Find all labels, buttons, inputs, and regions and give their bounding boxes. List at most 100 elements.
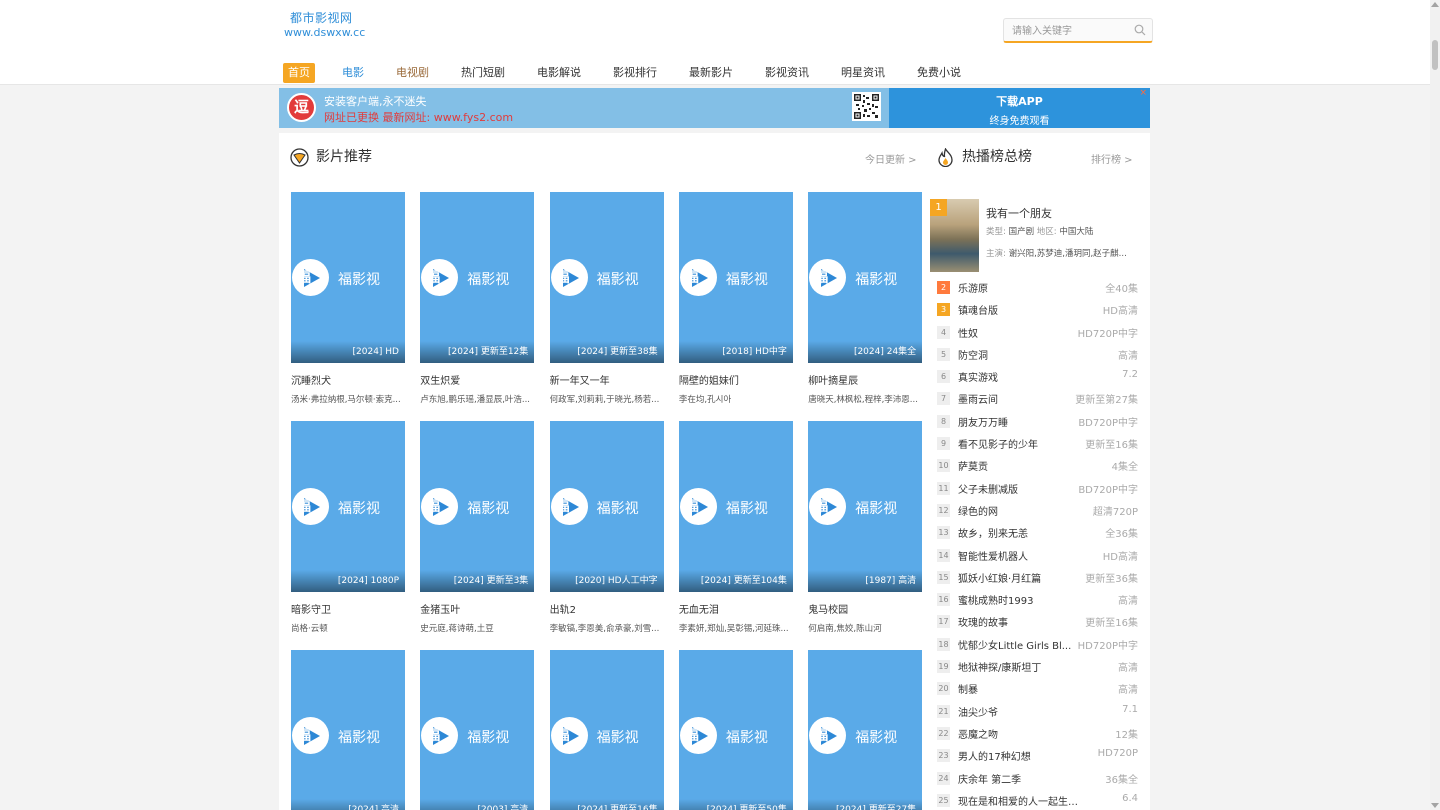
- movie-poster[interactable]: 福 福影视 [2024] 1080P: [291, 421, 405, 592]
- movie-poster[interactable]: 福 福影视 [2003] 高清: [420, 650, 535, 810]
- movie-card[interactable]: 福 福影视 [2024] 更新至3集 金猪玉叶 史元庭,蒋诗萌,土豆: [420, 421, 535, 634]
- movie-poster[interactable]: 福 福影视 [2020] HD人工中字: [549, 421, 664, 592]
- rank-title[interactable]: 朋友万万睡: [958, 414, 1078, 429]
- rank-item[interactable]: 8 朋友万万睡 BD720P中字: [937, 410, 1138, 432]
- movie-card[interactable]: 福 福影视 [2003] 高清: [420, 650, 535, 810]
- rank-item[interactable]: 9 看不见影子的少年 更新至16集: [937, 432, 1138, 454]
- rank-item[interactable]: 7 墨雨云间 更新至第27集: [937, 387, 1138, 409]
- rank-title[interactable]: 故乡，别来无恙: [958, 525, 1078, 540]
- movie-poster[interactable]: 福 福影视 [2024] 更新至27集: [808, 650, 923, 810]
- rank-top-title[interactable]: 我有一个朋友: [986, 205, 1052, 221]
- rank-title[interactable]: 看不见影子的少年: [958, 436, 1078, 451]
- rank-title[interactable]: 男人的17种幻想: [958, 748, 1078, 763]
- rank-item[interactable]: 15 狐妖小红娘·月红篇 更新至36集: [937, 566, 1138, 588]
- app-banner[interactable]: 逗 安装客户端,永不迷失 网址已更换 最新网址: www.fys2.com 下载…: [279, 88, 1150, 128]
- movie-poster[interactable]: 福 福影视 [2024] 更新至3集: [420, 421, 535, 592]
- rank-title[interactable]: 父子未删减版: [958, 481, 1078, 496]
- rank-title[interactable]: 墨雨云间: [958, 391, 1078, 406]
- movie-poster[interactable]: 福 福影视 [2024] 更新至16集: [549, 650, 664, 810]
- movie-title[interactable]: 金猪玉叶: [420, 601, 534, 616]
- movie-poster[interactable]: 福 福影视 [2024] 高清: [291, 650, 405, 810]
- movie-poster[interactable]: 福 福影视 [2024] 24集全: [808, 192, 923, 363]
- movie-poster[interactable]: 福 福影视 [2024] 更新至12集: [420, 192, 535, 363]
- rank-item[interactable]: 23 男人的17种幻想 HD720P: [937, 744, 1138, 766]
- rank-title[interactable]: 庆余年 第二季: [958, 771, 1078, 786]
- rank-title[interactable]: 绿色的网: [958, 503, 1078, 518]
- ranking-link[interactable]: 排行榜 >: [1091, 151, 1133, 166]
- movie-card[interactable]: 福 福影视 [2024] 更新至38集 新一年又一年 何政军,刘莉莉,于晓光,杨若...: [549, 192, 664, 405]
- rank-item[interactable]: 20 制暴 高清: [937, 677, 1138, 699]
- movie-card[interactable]: 福 福影视 [2024] 更新至12集 双生炽爱 卢东旭,鹏乐瑶,潘显辰,叶浩...: [420, 192, 535, 405]
- movie-card[interactable]: 福 福影视 [2024] 更新至27集: [808, 650, 923, 810]
- scroll-thumb[interactable]: [1432, 40, 1438, 70]
- movie-poster[interactable]: 福 福影视 [2018] HD中字: [678, 192, 793, 363]
- movie-card[interactable]: 福 福影视 [2024] 更新至50集: [678, 650, 793, 810]
- movie-title[interactable]: 新一年又一年: [550, 372, 664, 387]
- rank-item[interactable]: 17 玫瑰的故事 更新至16集: [937, 610, 1138, 632]
- rank-item[interactable]: 21 油尖少爷 7.1: [937, 700, 1138, 722]
- movie-card[interactable]: 福 福影视 [2020] HD人工中字 出轨2 李敏镐,李恩美,俞承豪,刘雪...: [549, 421, 664, 634]
- rank-item[interactable]: 19 地狱神探/康斯坦丁 高清: [937, 655, 1138, 677]
- rank-item[interactable]: 25 现在是和相爱的人一起生活吗 6.4: [937, 789, 1138, 810]
- movie-poster[interactable]: 福 福影视 [2024] 更新至50集: [678, 650, 793, 810]
- rank-item[interactable]: 14 智能性爱机器人 HD高清: [937, 544, 1138, 566]
- movie-card[interactable]: 福 福影视 [2024] HD 沉睡烈犬 汤米·弗拉纳根,马尔顿·索克...: [291, 192, 405, 405]
- scroll-down-arrow-icon[interactable]: [1431, 803, 1439, 808]
- rank-item[interactable]: 11 父子未删减版 BD720P中字: [937, 477, 1138, 499]
- rank-title[interactable]: 制暴: [958, 681, 1078, 696]
- download-app-button[interactable]: 下载APP 终身免费观看 ×: [889, 88, 1150, 128]
- rank-title[interactable]: 狐妖小红娘·月红篇: [958, 570, 1078, 585]
- movie-title[interactable]: 鬼马校园: [808, 601, 922, 616]
- search-icon[interactable]: [1134, 24, 1146, 36]
- page-scrollbar[interactable]: [1430, 0, 1440, 810]
- rank-item[interactable]: 4 性奴 HD720P中字: [937, 321, 1138, 343]
- movie-title[interactable]: 出轨2: [550, 601, 664, 616]
- today-update-link[interactable]: 今日更新 >: [865, 151, 917, 166]
- nav-item[interactable]: 电影解说: [532, 63, 586, 83]
- rank-item[interactable]: 13 故乡，别来无恙 全36集: [937, 521, 1138, 543]
- rank-title[interactable]: 性奴: [958, 325, 1078, 340]
- rank-title[interactable]: 忧郁少女Little Girls Bl...: [958, 637, 1078, 652]
- rank-top-item[interactable]: 1 我有一个朋友 类型: 国产剧 地区: 中国大陆 主演: 谢兴阳,苏梦迪,潘玥…: [930, 199, 1145, 273]
- rank-item[interactable]: 16 蜜桃成熟时1993 高清: [937, 588, 1138, 610]
- nav-item[interactable]: 免费小说: [912, 63, 966, 83]
- movie-poster[interactable]: 福 福影视 [2024] 更新至38集: [549, 192, 664, 363]
- rank-title[interactable]: 油尖少爷: [958, 704, 1078, 719]
- rank-item[interactable]: 12 绿色的网 超清720P: [937, 499, 1138, 521]
- movie-title[interactable]: 柳叶摘星辰: [808, 372, 922, 387]
- rank-title[interactable]: 玫瑰的故事: [958, 614, 1078, 629]
- movie-poster[interactable]: 福 福影视 [1987] 高清: [808, 421, 923, 592]
- rank-title[interactable]: 蜜桃成熟时1993: [958, 592, 1078, 607]
- rank-item[interactable]: 2 乐游原 全40集: [937, 276, 1138, 298]
- nav-item[interactable]: 影视排行: [608, 63, 662, 83]
- movie-card[interactable]: 福 福影视 [2024] 24集全 柳叶摘星辰 唐晓天,林枫松,程梓,李沛恩...: [808, 192, 923, 405]
- nav-item[interactable]: 明星资讯: [836, 63, 890, 83]
- site-url[interactable]: www.dswxw.cc: [284, 26, 374, 40]
- rank-title[interactable]: 地狱神探/康斯坦丁: [958, 659, 1078, 674]
- rank-item[interactable]: 5 防空洞 高清: [937, 343, 1138, 365]
- nav-item[interactable]: 最新影片: [684, 63, 738, 83]
- movie-card[interactable]: 福 福影视 [1987] 高清 鬼马校园 何启南,焦姣,陈山河: [808, 421, 923, 634]
- close-icon[interactable]: ×: [1139, 88, 1147, 98]
- rank-item[interactable]: 6 真实游戏 7.2: [937, 365, 1138, 387]
- nav-item[interactable]: 电视剧: [391, 63, 434, 83]
- rank-title[interactable]: 智能性爱机器人: [958, 548, 1078, 563]
- rank-item[interactable]: 3 镇魂台版 HD高清: [937, 298, 1138, 320]
- site-logo[interactable]: 都市影视网 www.dswxw.cc: [284, 10, 374, 40]
- rank-item[interactable]: 22 恶魔之吻 12集: [937, 722, 1138, 744]
- rank-title[interactable]: 乐游原: [958, 280, 1078, 295]
- site-name[interactable]: 都市影视网: [284, 10, 374, 26]
- movie-title[interactable]: 沉睡烈犬: [291, 372, 405, 387]
- movie-poster[interactable]: 福 福影视 [2024] HD: [291, 192, 405, 363]
- movie-card[interactable]: 福 福影视 [2024] 更新至104集 无血无泪 李素妍,郑灿,吴彰锡,河延珠...: [678, 421, 793, 634]
- rank-title[interactable]: 恶魔之吻: [958, 726, 1078, 741]
- movie-poster[interactable]: 福 福影视 [2024] 更新至104集: [678, 421, 793, 592]
- movie-title[interactable]: 无血无泪: [679, 601, 793, 616]
- rank-item[interactable]: 10 萨莫贡 4集全: [937, 454, 1138, 476]
- movie-title[interactable]: 隔壁的姐妹们: [679, 372, 793, 387]
- rank-item[interactable]: 24 庆余年 第二季 36集全: [937, 767, 1138, 789]
- scroll-up-arrow-icon[interactable]: [1431, 2, 1439, 7]
- rank-item[interactable]: 18 忧郁少女Little Girls Bl... HD720P中字: [937, 633, 1138, 655]
- movie-title[interactable]: 双生炽爱: [420, 372, 534, 387]
- rank-title[interactable]: 镇魂台版: [958, 302, 1078, 317]
